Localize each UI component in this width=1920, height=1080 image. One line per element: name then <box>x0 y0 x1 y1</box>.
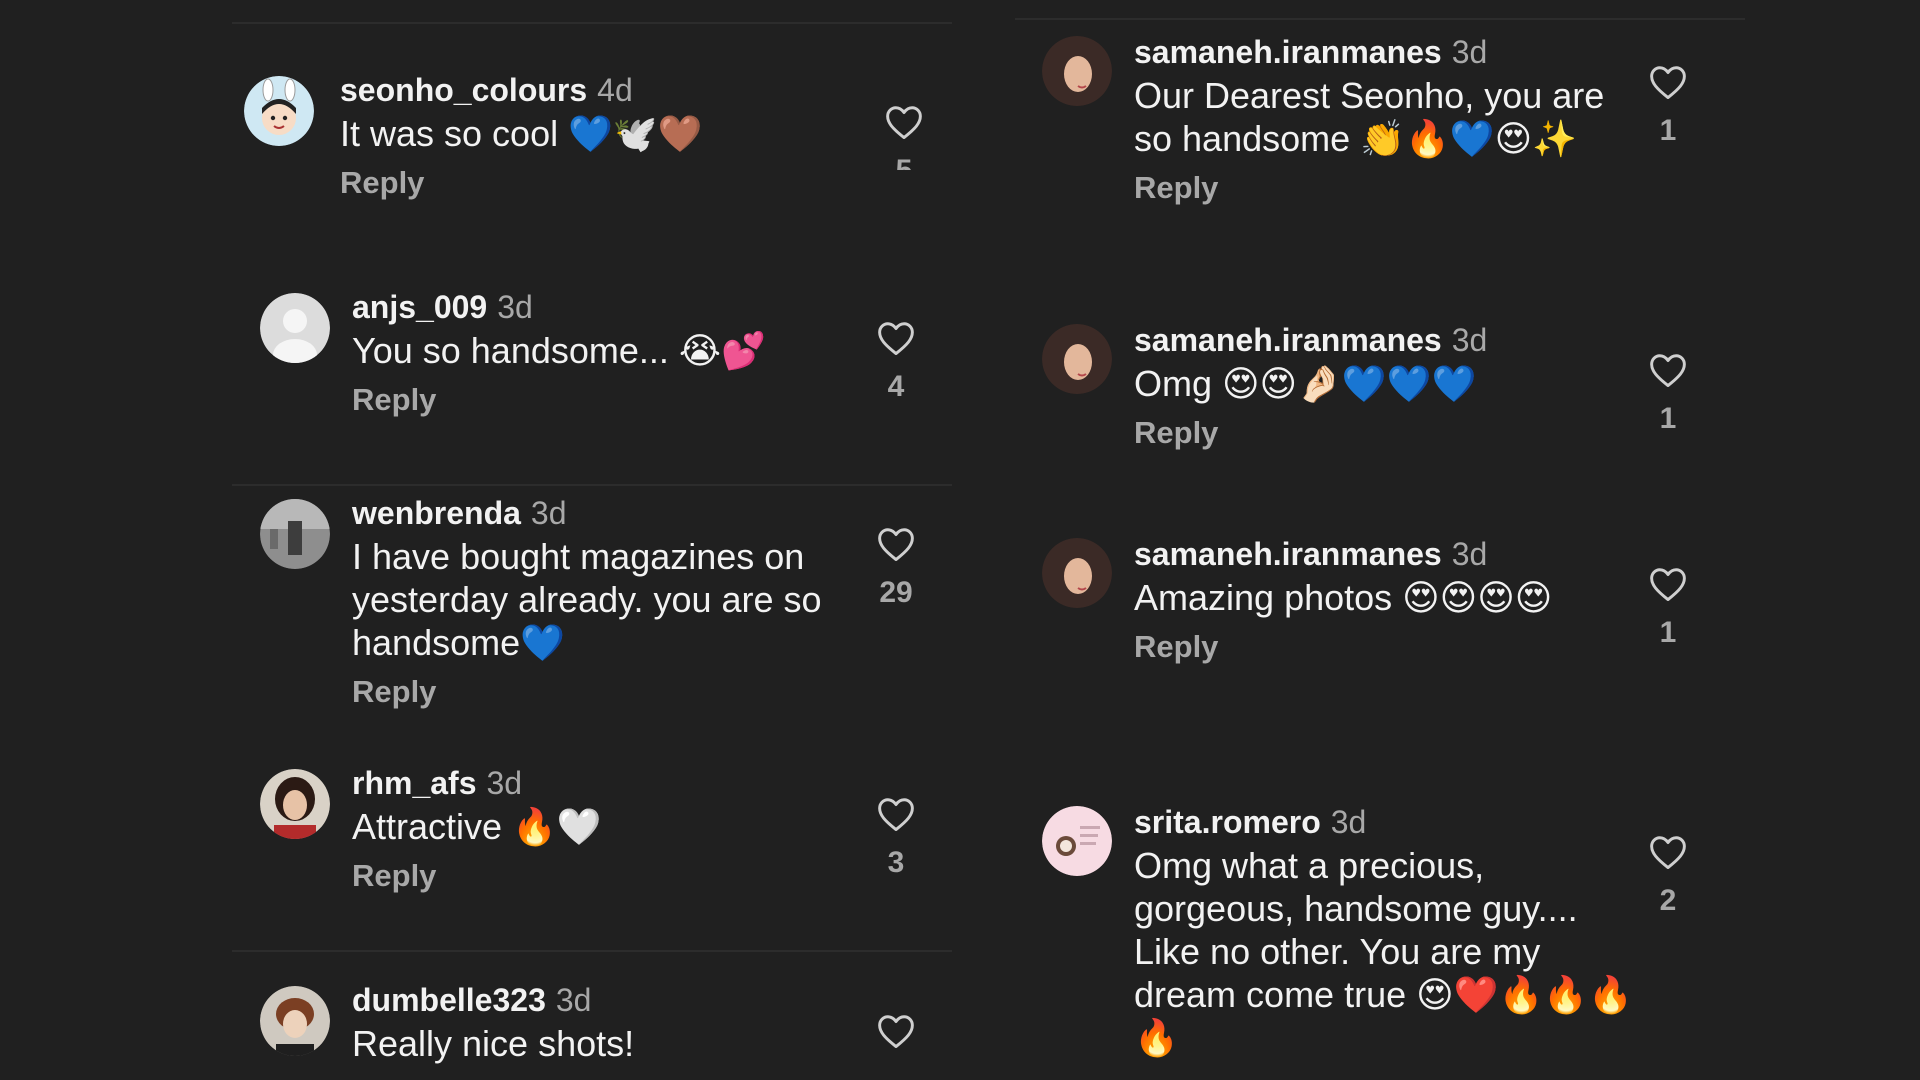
reply-button[interactable]: Reply <box>352 380 852 420</box>
timestamp: 3d <box>486 765 523 801</box>
comment-text: Amazing photos 😍😍😍😍 <box>1134 577 1553 618</box>
like-count: 4 <box>887 370 905 403</box>
like-button[interactable]: 4 <box>866 320 926 404</box>
like-count: 1 <box>1659 114 1677 147</box>
username[interactable]: anjs_009 <box>352 289 487 325</box>
like-count: 1 <box>1659 616 1677 649</box>
comment-text: It was so cool 💙🕊️🤎 <box>340 113 703 154</box>
comment-text: I have bought magazines on yesterday alr… <box>352 536 822 663</box>
username[interactable]: srita.romero <box>1134 804 1321 840</box>
timestamp: 3d <box>1451 536 1488 572</box>
heart-icon <box>1650 66 1686 100</box>
avatar[interactable] <box>244 76 314 146</box>
like-button[interactable]: 1 <box>1638 566 1698 650</box>
like-button[interactable]: 1 <box>1638 352 1698 436</box>
like-button[interactable]: 29 <box>866 526 926 610</box>
avatar[interactable] <box>1042 806 1112 876</box>
username[interactable]: dumbelle323 <box>352 982 546 1018</box>
username[interactable]: samaneh.iranmanes <box>1134 34 1442 70</box>
avatar[interactable] <box>260 499 330 569</box>
timestamp: 3d <box>530 495 567 531</box>
comment-text: You so handsome... 😭💕 <box>352 330 766 371</box>
like-button[interactable]: 2 <box>1638 834 1698 918</box>
timestamp: 3d <box>497 289 533 325</box>
like-count: 1 <box>1659 402 1677 435</box>
avatar[interactable] <box>260 986 330 1056</box>
like-count: 3 <box>887 846 905 879</box>
timestamp: 3d <box>1451 322 1488 358</box>
heart-icon <box>878 1015 914 1049</box>
comment-text: Really nice shots! <box>352 1023 635 1064</box>
comment-text: Omg what a precious, gorgeous, handsome … <box>1134 845 1633 1058</box>
divider <box>232 22 952 24</box>
avatar[interactable] <box>1042 538 1112 608</box>
like-button[interactable]: 5 <box>874 104 934 170</box>
comments-column-left: seonho_colours 4d It was so cool 💙🕊️🤎 Rep… <box>232 0 952 1080</box>
heart-icon <box>878 528 914 562</box>
avatar[interactable] <box>1042 36 1112 106</box>
username[interactable]: samaneh.iranmanes <box>1134 536 1442 572</box>
like-button[interactable]: 1 <box>1638 64 1698 148</box>
username[interactable]: wenbrenda <box>352 495 521 531</box>
heart-icon <box>878 798 914 832</box>
reply-button[interactable]: Reply <box>352 672 852 712</box>
avatar[interactable] <box>260 293 330 363</box>
avatar[interactable] <box>1042 324 1112 394</box>
reply-button[interactable]: Reply <box>1134 168 1634 208</box>
heart-icon <box>878 322 914 356</box>
like-count: 2 <box>1659 884 1677 917</box>
username[interactable]: rhm_afs <box>352 765 477 801</box>
timestamp: 3d <box>555 982 592 1018</box>
comment-text: Attractive 🔥🤍 <box>352 806 602 847</box>
timestamp: 3d <box>1330 804 1367 840</box>
comments-column-right: samaneh.iranmanes 3d Our Dearest Seonho, … <box>1015 0 1745 1080</box>
reply-button[interactable]: Reply <box>352 856 852 896</box>
like-count: 29 <box>879 576 913 609</box>
like-button[interactable]: 3 <box>866 796 926 880</box>
avatar[interactable] <box>260 769 330 839</box>
timestamp: 3d <box>1451 34 1488 70</box>
divider <box>1015 18 1745 20</box>
divider <box>232 950 952 952</box>
timestamp: 4d <box>597 72 633 108</box>
heart-icon <box>1650 354 1686 388</box>
comment-text: Omg 😍😍🤌🏻💙💙💙 <box>1134 363 1477 404</box>
divider <box>232 484 952 486</box>
username[interactable]: seonho_colours <box>340 72 587 108</box>
heart-icon <box>886 106 922 140</box>
heart-icon <box>1650 836 1686 870</box>
like-button[interactable] <box>866 1013 926 1063</box>
reply-button[interactable]: Reply <box>1134 627 1634 667</box>
heart-icon <box>1650 568 1686 602</box>
comment-text: Our Dearest Seonho, you are so handsome … <box>1134 75 1605 159</box>
username[interactable]: samaneh.iranmanes <box>1134 322 1442 358</box>
like-count: 5 <box>874 154 934 170</box>
reply-button[interactable]: Reply <box>1134 413 1634 453</box>
reply-button[interactable]: Reply <box>340 163 850 203</box>
